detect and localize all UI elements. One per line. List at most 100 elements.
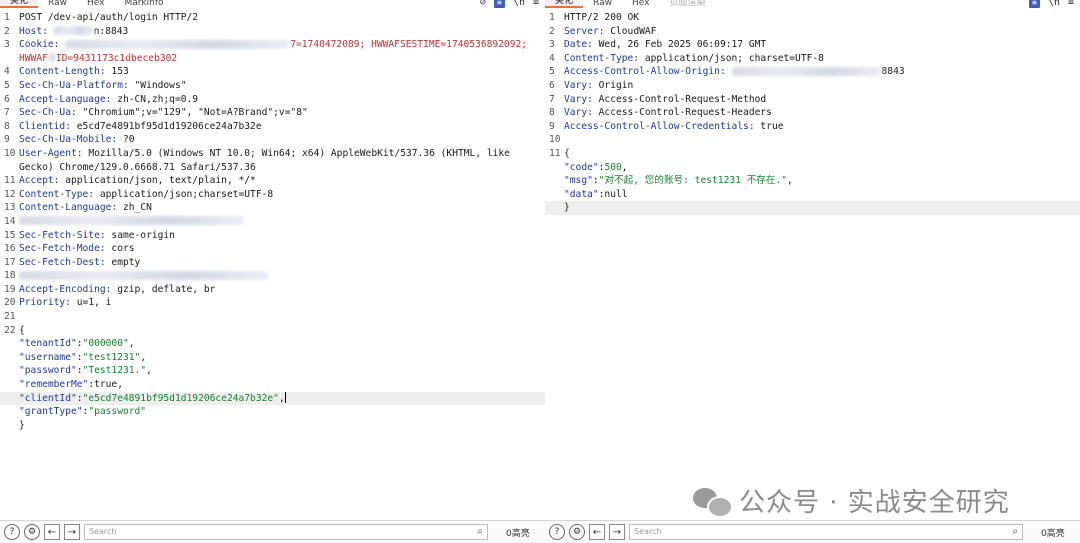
request-line[interactable]: 6 Accept-Language: zh-CN,zh;q=0.9	[0, 93, 545, 107]
response-tab-render[interactable]: 页面渲染	[659, 0, 715, 8]
request-line[interactable]: }	[0, 419, 545, 433]
request-tab-markinfo[interactable]: Markinfo	[114, 0, 173, 8]
request-line[interactable]: 7 Sec-Ch-Ua: "Chromium";v="129", "Not=A?B…	[0, 106, 545, 120]
response-line[interactable]: 5 Access-Control-Allow-Origin: 8843	[545, 65, 1080, 79]
request-line[interactable]: "rememberMe":true,	[0, 378, 545, 392]
code-token: Sec-Ch-Ua:	[19, 107, 83, 119]
response-line[interactable]: "msg":"对不起, 您的账号: test1231 不存在.",	[545, 174, 1080, 188]
request-line[interactable]: 2 Host: n:8843	[0, 25, 545, 39]
request-line[interactable]: 14	[0, 215, 545, 229]
line-code: Access-Control-Allow-Credentials: true	[564, 120, 784, 134]
response-line[interactable]: 3 Date: Wed, 26 Feb 2025 06:09:17 GMT	[545, 38, 1080, 52]
request-line[interactable]: 12 Content-Type: application/json;charset…	[0, 188, 545, 202]
response-line[interactable]: 10	[545, 133, 1080, 147]
response-tab-raw[interactable]: Raw	[583, 0, 622, 8]
response-search-input[interactable]: Search ⌕	[629, 524, 1023, 540]
request-tab-raw[interactable]: Raw	[38, 0, 77, 8]
line-code: }	[564, 201, 570, 215]
response-line[interactable]: "data":null	[545, 188, 1080, 202]
line-code: Vary: Origin	[564, 79, 633, 93]
response-toolbar-icons: ≡ \n ≡	[1028, 0, 1074, 8]
response-line[interactable]: 1 HTTP/2 200 OK	[545, 11, 1080, 25]
request-line[interactable]: "password":"Test1231.",	[0, 364, 545, 378]
newline-icon[interactable]: \n	[513, 0, 525, 8]
request-line[interactable]: "tenantId":"000000",	[0, 337, 545, 351]
request-line[interactable]: 15 Sec-Fetch-Site: same-origin	[0, 229, 545, 243]
watermark: 公众号 · 实战安全研究	[693, 482, 1010, 519]
gear-icon[interactable]: ⚙	[24, 524, 40, 540]
request-line[interactable]: 19 Accept-Encoding: gzip, deflate, br	[0, 283, 545, 297]
request-line[interactable]: "username":"test1231",	[0, 351, 545, 365]
request-line[interactable]: 1 POST /dev-api/auth/login HTTP/2	[0, 11, 545, 25]
code-token: "data"	[564, 188, 599, 200]
code-token: Access-Control-Request-Method	[598, 93, 767, 105]
request-search-input[interactable]: Search ⌕	[84, 524, 488, 540]
response-line[interactable]: 8 Vary: Access-Control-Request-Headers	[545, 106, 1080, 120]
request-line[interactable]: "grantType":"password"	[0, 405, 545, 419]
newline-icon[interactable]: \n	[1048, 0, 1060, 8]
code-token: Clientid:	[19, 120, 77, 132]
request-tab-hex[interactable]: Hex	[77, 0, 114, 8]
wechat-logo-icon	[693, 486, 733, 518]
line-number: 3	[4, 39, 10, 51]
code-token: u=1, i	[76, 297, 112, 309]
menu-icon[interactable]: ≡	[533, 0, 539, 8]
arrow-right-icon[interactable]: →	[64, 524, 80, 540]
response-tab-pretty[interactable]: 美化	[545, 0, 584, 8]
response-line[interactable]: 6 Vary: Origin	[545, 79, 1080, 93]
arrow-right-icon[interactable]: →	[609, 524, 625, 540]
request-line[interactable]: 13 Content-Language: zh_CN	[0, 201, 545, 215]
response-line[interactable]: "code":500,	[545, 161, 1080, 175]
inspector-icon[interactable]: ≡	[1028, 0, 1040, 8]
menu-icon[interactable]: ≡	[1068, 0, 1074, 8]
request-line[interactable]: 9 Sec-Ch-Ua-Mobile: ?0	[0, 133, 545, 147]
help-icon[interactable]: ?	[4, 524, 20, 540]
code-token: empty	[111, 256, 141, 268]
code-token: 500	[604, 161, 622, 173]
search-icon[interactable]: ⌕	[1012, 525, 1018, 539]
arrow-left-icon[interactable]: ←	[44, 524, 60, 540]
request-line[interactable]: 3 Cookie: 7=1740472089; HWWAFSESTIME=1740…	[0, 38, 545, 52]
response-line[interactable]: 7 Vary: Access-Control-Request-Method	[545, 93, 1080, 107]
help-icon[interactable]: ?	[549, 524, 565, 540]
code-token: "password"	[19, 365, 77, 377]
request-line[interactable]: 10 User-Agent: Mozilla/5.0 (Windows NT 10…	[0, 147, 545, 161]
request-line[interactable]: 22{	[0, 324, 545, 338]
code-token: :null	[598, 188, 628, 200]
line-number: 20	[4, 297, 16, 309]
arrow-left-icon[interactable]: ←	[589, 524, 605, 540]
request-line[interactable]: 5 Sec-Ch-Ua-Platform: "Windows"	[0, 79, 545, 93]
code-token: same-origin	[111, 229, 175, 241]
response-line[interactable]: 4 Content-Type: application/json; charset…	[545, 52, 1080, 66]
request-line[interactable]: 8 Clientid: e5cd7e4891bf95d1d19206ce24a7b…	[0, 120, 545, 134]
response-editor[interactable]: 1 HTTP/2 200 OK 2 Server: CloudWAF 3 Date: We…	[545, 11, 1080, 519]
response-line[interactable]: }	[545, 201, 1080, 215]
request-tab-pretty[interactable]: 美化	[0, 0, 39, 8]
line-number: 2	[549, 25, 555, 37]
line-number: 14	[4, 215, 16, 227]
response-line[interactable]: 2 Server: CloudWAF	[545, 25, 1080, 39]
response-tab-hex[interactable]: Hex	[622, 0, 659, 8]
inspector-icon[interactable]: ≡	[493, 0, 505, 8]
request-line[interactable]: 18	[0, 269, 545, 283]
request-search-bar: ? ⚙ ← → Search ⌕ 0高亮	[0, 520, 545, 543]
request-line[interactable]: 20 Priority: u=1, i	[0, 296, 545, 310]
request-line[interactable]: 21	[0, 310, 545, 324]
request-line[interactable]: 4 Content-Length: 153	[0, 65, 545, 79]
response-line[interactable]: 11{	[545, 147, 1080, 161]
request-line[interactable]: 11 Accept: application/json, text/plain, …	[0, 174, 545, 188]
code-token: Mozilla/5.0 (Windows NT 10.0; Win64; x64…	[88, 147, 510, 159]
request-line[interactable]: HWWAF ID=9431173c1dbeceb302	[0, 52, 545, 66]
request-line[interactable]: "clientId":"e5cd7e4891bf95d1d19206ce24a7…	[0, 391, 545, 406]
hide-icon[interactable]: ⊘	[480, 0, 486, 8]
request-line[interactable]: Gecko) Chrome/129.0.6668.71 Safari/537.3…	[0, 161, 545, 175]
gear-icon[interactable]: ⚙	[569, 524, 585, 540]
search-icon[interactable]: ⌕	[477, 525, 483, 539]
request-editor[interactable]: 1 POST /dev-api/auth/login HTTP/2 2 Host: n…	[0, 11, 545, 519]
response-line[interactable]: 9 Access-Control-Allow-Credentials: true	[545, 120, 1080, 134]
line-number: 10	[4, 147, 16, 159]
code-token: "code"	[564, 161, 599, 173]
request-line[interactable]: 17 Sec-Fetch-Dest: empty	[0, 256, 545, 270]
code-token: Priority:	[19, 297, 77, 309]
request-line[interactable]: 16 Sec-Fetch-Mode: cors	[0, 242, 545, 256]
